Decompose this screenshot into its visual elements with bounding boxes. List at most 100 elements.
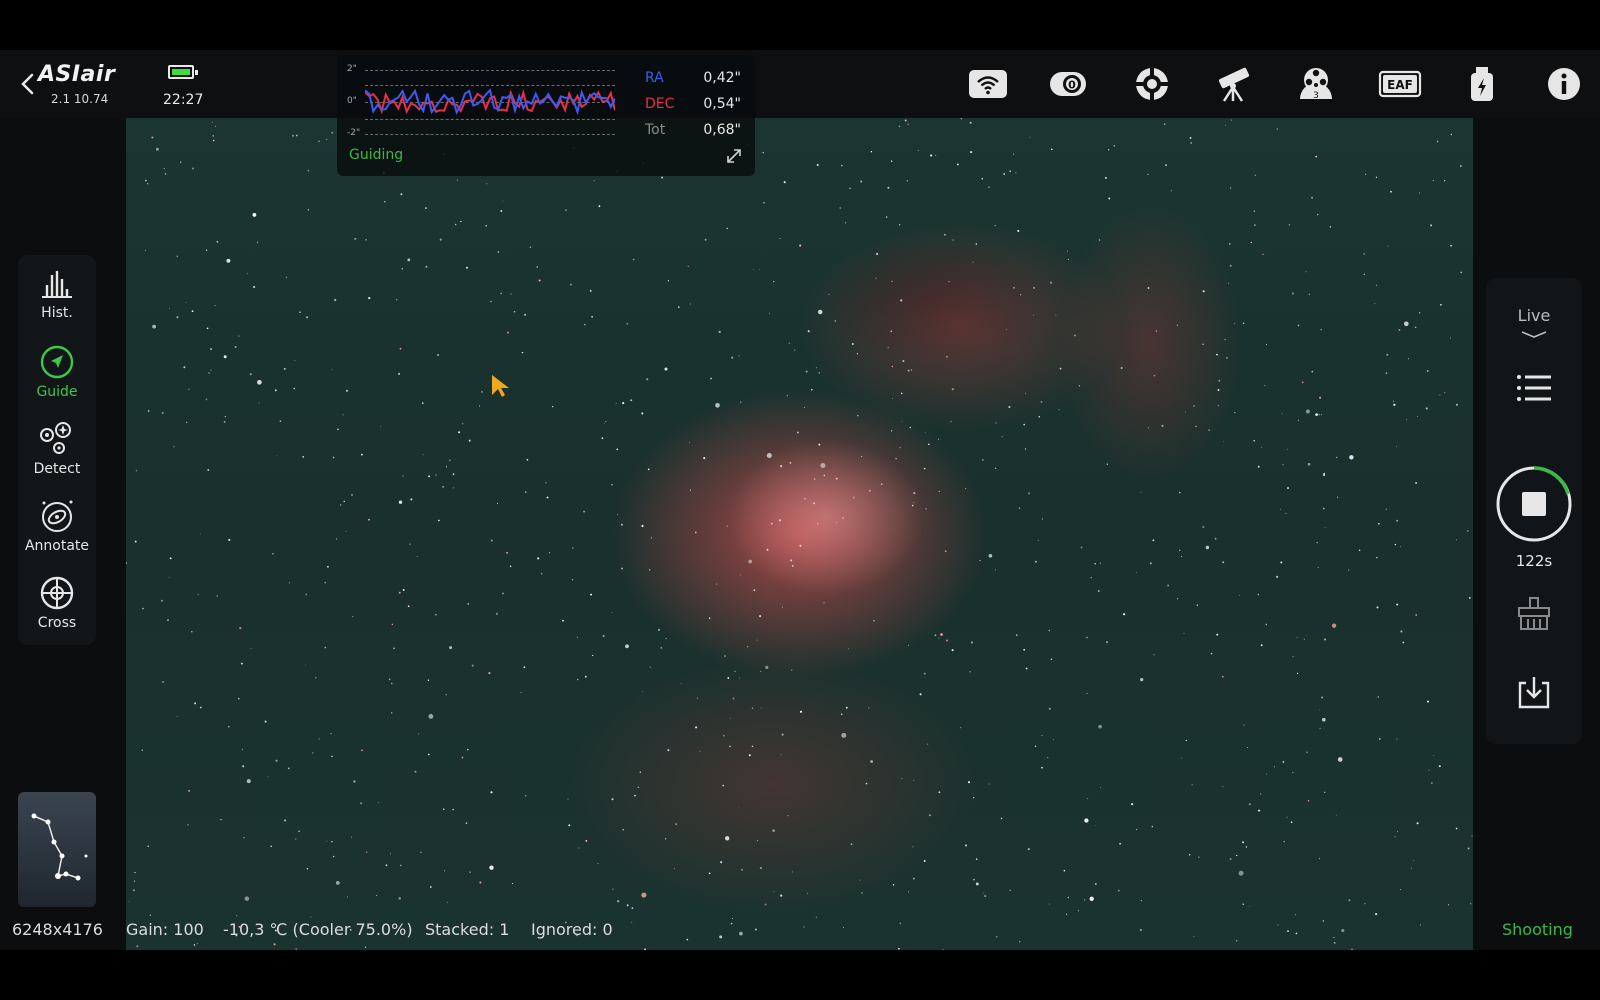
star — [1436, 140, 1439, 143]
star — [770, 522, 773, 525]
info-icon[interactable] — [1542, 64, 1586, 104]
star — [1393, 403, 1396, 406]
star — [1414, 326, 1417, 329]
star — [223, 421, 226, 423]
star — [1348, 569, 1350, 571]
star — [1291, 292, 1294, 295]
star — [567, 798, 569, 800]
star — [661, 176, 664, 179]
star — [891, 430, 893, 432]
guide-camera-icon[interactable] — [1130, 64, 1174, 104]
star — [1009, 889, 1011, 892]
star — [667, 749, 670, 752]
star — [791, 871, 793, 873]
star — [626, 322, 629, 325]
star — [1024, 448, 1027, 450]
graph-tick-top: 2" — [347, 64, 357, 74]
star — [312, 752, 314, 754]
tool-cross[interactable]: Cross — [18, 575, 96, 645]
star — [1189, 137, 1192, 139]
star — [335, 880, 340, 885]
star — [1089, 896, 1094, 901]
star — [205, 249, 208, 251]
star — [142, 607, 144, 610]
star — [500, 210, 503, 212]
star — [1394, 835, 1396, 838]
star — [1163, 123, 1166, 126]
live-mode-selector[interactable]: Live — [1486, 306, 1582, 339]
filter-slot-number: 3 — [1313, 91, 1319, 101]
star — [239, 627, 242, 630]
tool-annotate[interactable]: Annotate — [18, 498, 96, 568]
star — [409, 543, 411, 545]
camera-icon[interactable]: 0 — [1046, 64, 1090, 104]
star — [739, 574, 742, 576]
star — [1287, 930, 1289, 932]
star — [1319, 858, 1321, 860]
live-image[interactable] — [126, 118, 1473, 950]
tool-guide[interactable]: Guide — [18, 344, 96, 414]
star — [1234, 411, 1236, 414]
tool-histogram[interactable]: Hist. — [18, 267, 96, 337]
clear-stack-icon[interactable] — [1514, 594, 1554, 634]
star — [732, 697, 735, 700]
star — [1315, 155, 1318, 158]
star — [631, 907, 634, 910]
star — [469, 871, 471, 873]
star — [688, 442, 690, 443]
star — [1139, 928, 1142, 932]
star — [917, 149, 919, 151]
star — [146, 182, 149, 185]
eaf-icon[interactable]: EAF — [1378, 64, 1422, 104]
tool-detect-label: Detect — [33, 461, 81, 477]
star — [1032, 286, 1036, 289]
star — [1341, 928, 1345, 933]
star — [898, 125, 901, 128]
tool-detect[interactable]: Detect — [18, 421, 96, 491]
star — [959, 726, 962, 729]
expand-icon[interactable] — [725, 147, 743, 165]
star — [739, 931, 743, 936]
download-icon[interactable] — [1514, 672, 1554, 712]
star — [969, 671, 971, 673]
star — [818, 372, 821, 374]
star — [1226, 357, 1228, 359]
telescope-icon[interactable] — [1212, 64, 1256, 104]
star — [718, 330, 721, 333]
star — [149, 914, 152, 916]
star — [437, 354, 440, 356]
star — [152, 324, 156, 329]
back-arrow-icon[interactable] — [18, 72, 38, 96]
star — [1418, 192, 1421, 194]
star — [1067, 258, 1069, 260]
star — [279, 420, 282, 423]
star — [526, 459, 529, 461]
star — [1001, 435, 1003, 438]
star — [318, 738, 320, 740]
star — [1337, 757, 1343, 762]
star — [945, 639, 949, 642]
star — [1264, 384, 1266, 387]
star — [942, 949, 944, 950]
star — [385, 864, 388, 867]
star — [1041, 766, 1043, 769]
star — [1322, 507, 1325, 510]
star — [205, 398, 208, 401]
star — [1329, 226, 1332, 228]
star — [1416, 822, 1419, 825]
usb-power-icon[interactable] — [1460, 64, 1504, 104]
star — [1417, 416, 1418, 417]
wifi-icon[interactable] — [966, 64, 1010, 104]
list-icon[interactable] — [1514, 368, 1554, 408]
star — [1283, 840, 1285, 843]
star — [422, 402, 424, 404]
star — [134, 871, 136, 874]
stop-capture-button[interactable] — [1494, 464, 1574, 544]
target-thumbnail[interactable] — [18, 792, 96, 907]
guide-graph-panel[interactable]: 2" 0" -2" RA 0,42" DEC 0,54" Tot 0,68" G… — [337, 55, 755, 176]
star — [1048, 629, 1051, 632]
star — [783, 181, 786, 184]
filter-wheel-icon[interactable]: 3 — [1294, 64, 1338, 104]
star — [975, 243, 977, 245]
star — [634, 794, 636, 797]
